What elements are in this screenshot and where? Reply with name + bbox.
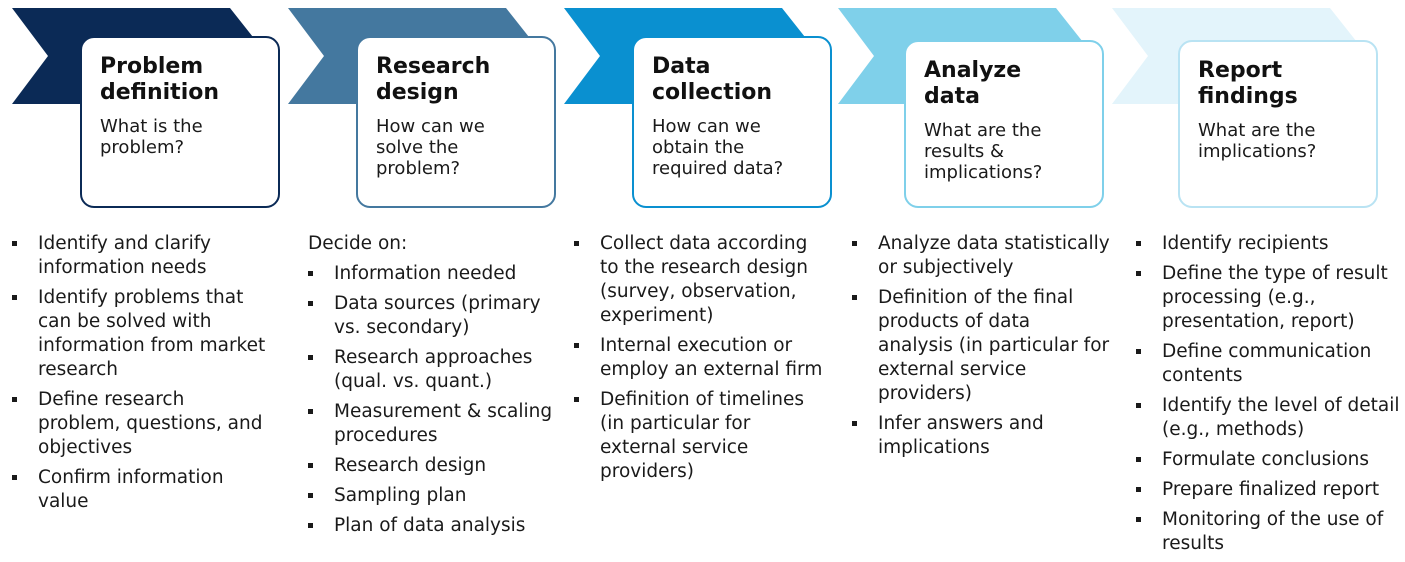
list-item: Collect data according to the research d…	[574, 232, 830, 328]
stage-title: Problem definition	[100, 54, 220, 105]
list-item: Identify recipients	[1136, 232, 1402, 256]
stage-question: What is the problem?	[100, 116, 203, 158]
stage-card-4: Analyze data What are the results & impl…	[904, 40, 1104, 208]
stage-question: How can we solve the problem?	[376, 116, 485, 179]
list-item: Identify the level of detail (e.g., meth…	[1136, 394, 1402, 442]
stage-tasks-5: Identify recipients Define the type of r…	[1136, 232, 1402, 562]
list-item: Analyze data statistically or subjective…	[852, 232, 1110, 280]
list-item: Internal execution or employ an external…	[574, 334, 830, 382]
stage-card-1: Problem definition What is the problem?	[80, 36, 280, 208]
research-process-diagram: Problem definition What is the problem? …	[0, 0, 1405, 560]
list-item: Identify and clarify information needs	[12, 232, 272, 280]
stage-tasks-4: Analyze data statistically or subjective…	[852, 232, 1110, 466]
list-item: Research design	[308, 454, 570, 478]
list-item: Infer answers and implications	[852, 412, 1110, 460]
stage-question: What are the implications?	[1198, 120, 1317, 162]
list-item: Formulate conclusions	[1136, 448, 1402, 472]
stage-tasks-2: Decide on: Information needed Data sourc…	[308, 232, 570, 544]
list-item: Definition of timelines (in particular f…	[574, 388, 830, 484]
list-item: Definition of the final products of data…	[852, 286, 1110, 406]
list-item: Confirm information value	[12, 466, 272, 514]
list-item: Research approaches (qual. vs. quant.)	[308, 346, 570, 394]
list-item: Plan of data analysis	[308, 514, 570, 538]
list-item: Define research problem, questions, and …	[12, 388, 272, 460]
list-item: Prepare finalized report	[1136, 478, 1402, 502]
stage-question: How can we obtain the required data?	[652, 116, 784, 179]
list-item: Define communication contents	[1136, 340, 1402, 388]
stage-tasks-3: Collect data according to the research d…	[574, 232, 830, 490]
stage-question: What are the results & implications?	[924, 120, 1043, 183]
list-item: Measurement & scaling procedures	[308, 400, 570, 448]
stage-card-2: Research design How can we solve the pro…	[356, 36, 556, 208]
list-item: Monitoring of the use of results	[1136, 508, 1402, 556]
stage-title: Research design	[376, 54, 491, 105]
list-lead: Decide on:	[308, 233, 408, 254]
stage-title: Analyze data	[924, 58, 1022, 109]
list-item: Data sources (primary vs. secondary)	[308, 292, 570, 340]
stage-title: Report findings	[1198, 58, 1298, 109]
list-item: Define the type of result processing (e.…	[1136, 262, 1402, 334]
list-item: Identify problems that can be solved wit…	[12, 286, 272, 382]
list-item: Information needed	[308, 262, 570, 286]
stage-tasks-1: Identify and clarify information needs I…	[12, 232, 272, 520]
stage-title: Data collection	[652, 54, 773, 105]
list-item: Sampling plan	[308, 484, 570, 508]
stage-card-3: Data collection How can we obtain the re…	[632, 36, 832, 208]
stage-card-5: Report findings What are the implication…	[1178, 40, 1378, 208]
